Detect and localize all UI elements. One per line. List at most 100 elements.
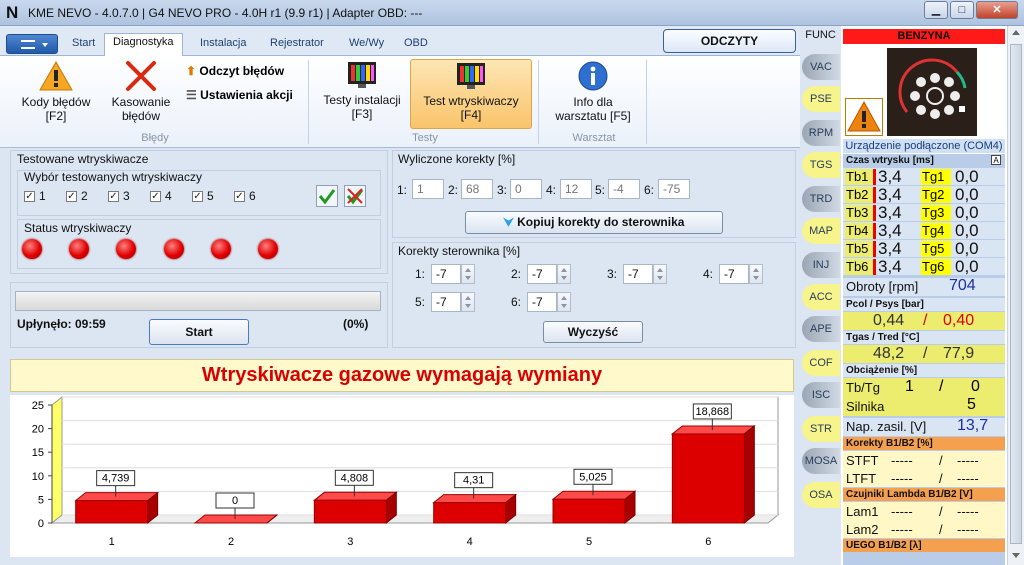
status-led-2 bbox=[69, 239, 89, 259]
calc-correction-5[interactable]: -4 bbox=[608, 179, 640, 199]
ribbon-tabs: Start Diagnostyka Instalacja Rejestrator… bbox=[0, 26, 800, 57]
ecu-correction-6[interactable]: -7 bbox=[527, 292, 557, 312]
app-menu-button[interactable] bbox=[6, 34, 58, 54]
side-button-tgs[interactable]: TGS bbox=[802, 152, 840, 178]
ustawienia-akcji-button[interactable]: ☰ Ustawienia akcji bbox=[186, 88, 293, 102]
spinner-3[interactable] bbox=[653, 264, 667, 284]
ecu-correction-1[interactable]: -7 bbox=[431, 264, 461, 284]
data-label: 5,025 bbox=[579, 471, 607, 483]
side-button-osa[interactable]: OSA bbox=[802, 482, 840, 508]
injection-row: Tb1 3,4 Tg1 0,0 bbox=[843, 167, 1005, 186]
calc-correction-2[interactable]: 68 bbox=[461, 179, 493, 199]
obciazenie-header: Obciążenie [%] bbox=[843, 364, 1005, 377]
side-button-isc[interactable]: ISC bbox=[802, 382, 840, 408]
window-title: KME NEVO - 4.0.7.0 | G4 NEVO PRO - 4.0H … bbox=[28, 6, 423, 20]
minimize-button[interactable]: ▁ bbox=[924, 1, 948, 19]
chevron-down-icon bbox=[42, 43, 48, 47]
side-button-inj[interactable]: INJ bbox=[802, 252, 840, 278]
uego-header: UEGO B1/B2 [λ] bbox=[843, 539, 1005, 552]
data-label: 4,808 bbox=[341, 472, 369, 484]
calc-correction-3[interactable]: 0 bbox=[510, 179, 542, 199]
spinner-6[interactable] bbox=[557, 292, 571, 312]
calc-correction-4[interactable]: 12 bbox=[560, 179, 592, 199]
kody-bledow-button[interactable]: Kody błędów [F2] bbox=[10, 60, 102, 123]
parameters-panel: BENZYNA Urządzenie podłączone (COM4) Cza… bbox=[841, 26, 1007, 565]
side-button-cof[interactable]: COF bbox=[802, 350, 840, 376]
info-warsztat-button[interactable]: Info dla warsztatu [F5] bbox=[544, 60, 642, 123]
close-button[interactable]: ✕ bbox=[976, 1, 1018, 19]
x-tick-label: 5 bbox=[586, 536, 592, 548]
menu-icon bbox=[21, 40, 35, 49]
ecu-correction-4[interactable]: -7 bbox=[719, 264, 749, 284]
scrollbar[interactable] bbox=[1007, 26, 1024, 565]
tb-level bbox=[873, 205, 876, 221]
calc-correction-6[interactable]: -75 bbox=[658, 179, 690, 199]
spinner-1[interactable] bbox=[461, 264, 475, 284]
y-tick-label: 10 bbox=[32, 471, 44, 483]
injection-times: Tb1 3,4 Tg1 0,0 Tb2 3,4 Tg2 0,0 Tb3 3,4 Tg3 0,0 Tb4 3… bbox=[843, 167, 1005, 276]
spinner-5[interactable] bbox=[461, 292, 475, 312]
tb-value: 3,4 bbox=[878, 239, 902, 258]
tg-label: Tg2 bbox=[921, 187, 951, 203]
ecu-correction-2[interactable]: -7 bbox=[527, 264, 557, 284]
side-button-str[interactable]: STR bbox=[802, 416, 840, 442]
side-button-map[interactable]: MAP bbox=[802, 218, 840, 244]
tab-diagnostyka[interactable]: Diagnostyka bbox=[104, 33, 183, 57]
ecu-correction-5[interactable]: -7 bbox=[431, 292, 461, 312]
tb-label: Tb5 bbox=[845, 241, 873, 257]
testy-instalacji-button[interactable]: Testy instalacji [F3] bbox=[314, 60, 410, 121]
progress-group: Upłynęło: 09:59 Start (0%) bbox=[10, 282, 388, 348]
side-button-mosa[interactable]: MOSA bbox=[802, 448, 840, 474]
tg-label: Tg1 bbox=[921, 169, 951, 185]
maximize-button[interactable]: □ bbox=[950, 1, 974, 19]
side-button-rpm[interactable]: RPM bbox=[802, 120, 840, 146]
side-button-trd[interactable]: TRD bbox=[802, 186, 840, 212]
select-all-button[interactable] bbox=[316, 185, 338, 207]
injection-row: Tb4 3,4 Tg4 0,0 bbox=[843, 221, 1005, 240]
tab-start[interactable]: Start bbox=[64, 35, 103, 56]
tab-we-wy[interactable]: We/Wy bbox=[341, 35, 392, 56]
alert-button[interactable] bbox=[845, 98, 883, 136]
spinner-4[interactable] bbox=[749, 264, 763, 284]
side-button-vac[interactable]: VAC bbox=[802, 54, 840, 80]
title-bar: N KME NEVO - 4.0.7.0 | G4 NEVO PRO - 4.0… bbox=[0, 0, 1024, 26]
tab-obd[interactable]: OBD bbox=[396, 35, 436, 56]
scroll-up-icon[interactable] bbox=[1012, 30, 1020, 35]
side-button-pse[interactable]: PSE bbox=[802, 86, 840, 112]
tab-rejestrator[interactable]: Rejestrator bbox=[262, 35, 332, 56]
obroty-value: 704 bbox=[949, 277, 976, 294]
spinner-2[interactable] bbox=[557, 264, 571, 284]
deselect-all-button[interactable] bbox=[344, 185, 366, 207]
status-led-6 bbox=[258, 239, 278, 259]
auto-toggle[interactable]: A bbox=[991, 155, 1001, 165]
group-label-bledy: Błędy bbox=[141, 132, 169, 144]
ecu-correction-3[interactable]: -7 bbox=[623, 264, 653, 284]
scroll-thumb[interactable] bbox=[1010, 44, 1022, 544]
test-wtryskiwaczy-button[interactable]: Test wtryskiwaczy [F4] bbox=[410, 59, 532, 129]
odczyt-bledow-button[interactable]: ⬆ Odczyt błędów bbox=[186, 64, 284, 78]
calc-correction-1[interactable]: 1 bbox=[412, 179, 444, 199]
func-label: FUNC bbox=[805, 29, 836, 41]
side-button-ape[interactable]: APE bbox=[802, 316, 840, 342]
odczyty-button[interactable]: ODCZYTY bbox=[663, 29, 796, 53]
side-button-acc[interactable]: ACC bbox=[802, 284, 840, 310]
tgas-row: 48,2 / 77,9 bbox=[843, 345, 1005, 363]
ribbon-separator bbox=[646, 60, 647, 144]
tg-label: Tg5 bbox=[921, 241, 951, 257]
korekty-b1b2-rows: STFT ----- / ----- LTFT ----- / ----- bbox=[843, 451, 1005, 487]
bar bbox=[313, 499, 387, 524]
elapsed-time: Upłynęło: 09:59 bbox=[17, 317, 106, 331]
up-arrow-icon: ⬆ bbox=[186, 64, 197, 78]
obroty-row: Obroty [rpm] 704 bbox=[843, 277, 1005, 296]
tb-level bbox=[873, 259, 876, 275]
data-label: 0 bbox=[232, 495, 238, 507]
kopiuj-button[interactable]: ⮟ Kopiuj korekty do sterownika bbox=[465, 211, 723, 234]
kasowanie-bledow-button[interactable]: Kasowanie błędów bbox=[104, 60, 178, 123]
wyczysc-button[interactable]: Wyczyść bbox=[543, 321, 643, 343]
y-tick-label: 15 bbox=[32, 447, 44, 459]
tg-value: 0,0 bbox=[955, 203, 979, 222]
tab-instalacja[interactable]: Instalacja bbox=[192, 35, 254, 56]
start-button[interactable]: Start bbox=[149, 319, 249, 345]
scroll-down-icon[interactable] bbox=[1012, 553, 1020, 558]
injection-row: Tb5 3,4 Tg5 0,0 bbox=[843, 239, 1005, 258]
